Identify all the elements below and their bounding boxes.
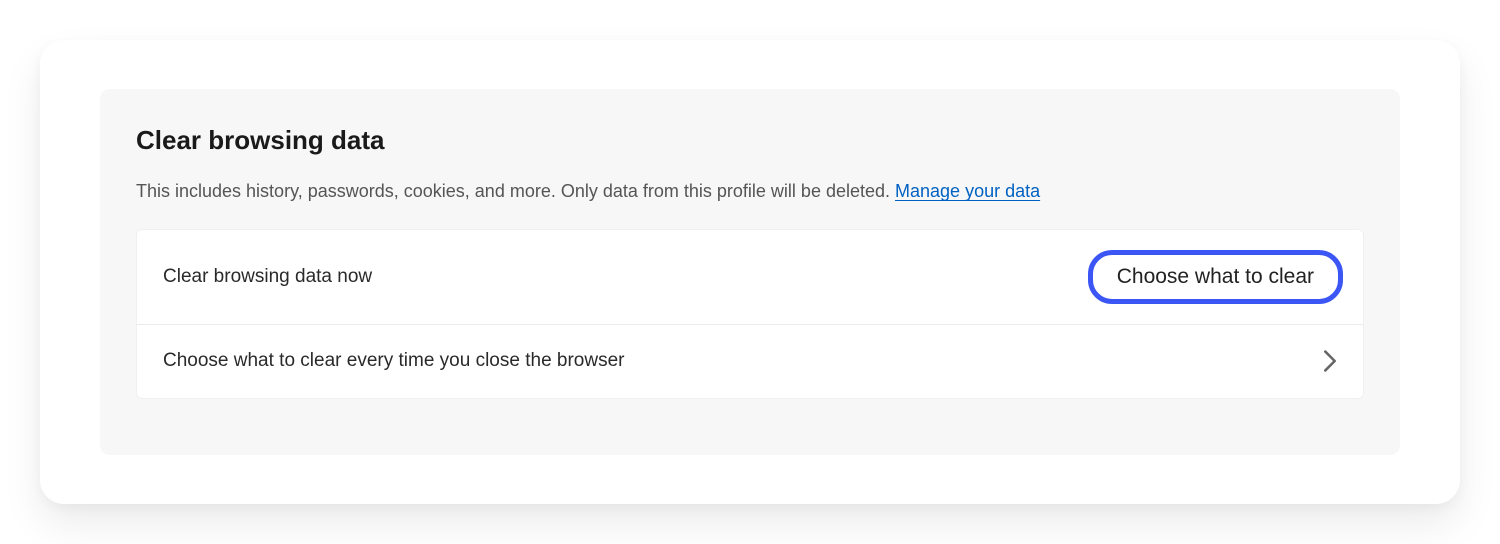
settings-list: Clear browsing data now Choose what to c… <box>136 229 1364 398</box>
section-title: Clear browsing data <box>136 125 1364 156</box>
clear-browsing-data-now-row: Clear browsing data now Choose what to c… <box>137 230 1363 323</box>
choose-what-to-clear-button[interactable]: Choose what to clear <box>1088 250 1343 303</box>
section-description: This includes history, passwords, cookie… <box>136 178 1364 205</box>
row-label: Choose what to clear every time you clos… <box>163 350 625 372</box>
manage-your-data-link[interactable]: Manage your data <box>895 181 1040 201</box>
clear-browsing-data-panel: Clear browsing data This includes histor… <box>100 89 1400 454</box>
clear-on-close-row[interactable]: Choose what to clear every time you clos… <box>137 324 1363 398</box>
outer-card: Clear browsing data This includes histor… <box>40 40 1460 504</box>
chevron-right-icon <box>1323 350 1337 372</box>
description-text: This includes history, passwords, cookie… <box>136 181 895 201</box>
row-label: Clear browsing data now <box>163 266 372 288</box>
